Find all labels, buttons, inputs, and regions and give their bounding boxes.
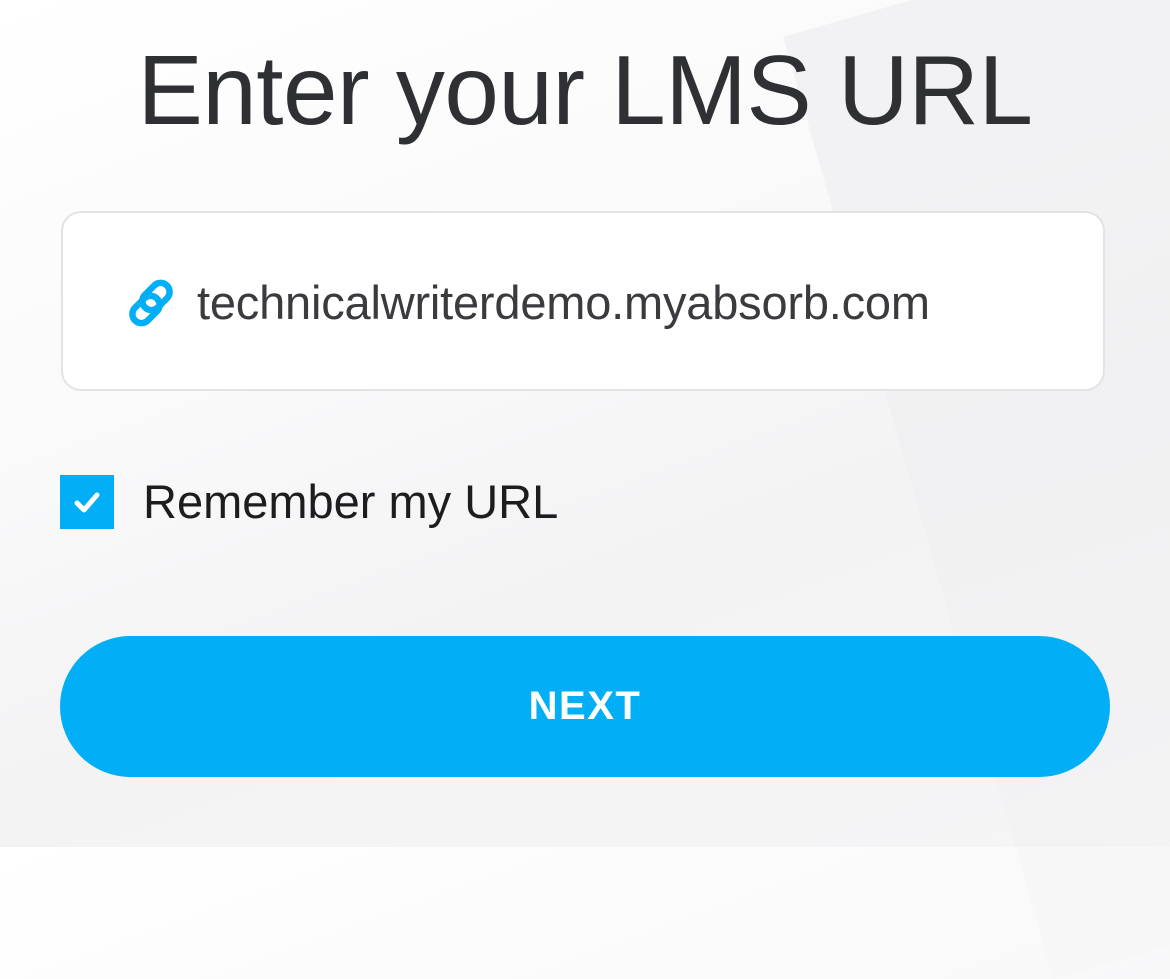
lms-url-input[interactable]: technicalwriterdemo.myabsorb.com	[61, 211, 1105, 391]
page-title: Enter your LMS URL	[137, 35, 1033, 145]
link-icon	[129, 279, 173, 327]
background-sheen	[783, 0, 1170, 979]
url-value[interactable]: technicalwriterdemo.myabsorb.com	[197, 275, 930, 331]
checkmark-icon	[74, 492, 100, 512]
remember-url-label[interactable]: Remember my URL	[143, 474, 558, 530]
remember-url-option[interactable]: Remember my URL	[60, 474, 558, 529]
next-button[interactable]: NEXT	[60, 636, 1110, 777]
remember-url-checkbox[interactable]	[60, 474, 114, 529]
